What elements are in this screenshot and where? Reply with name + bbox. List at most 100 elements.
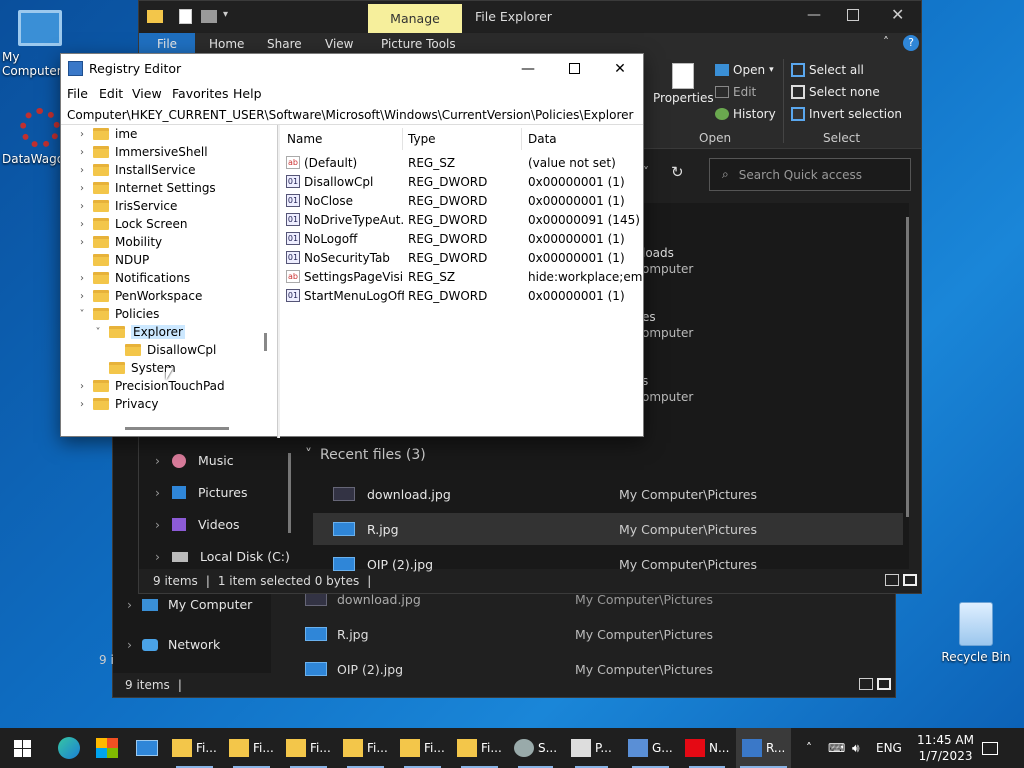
- taskbar-app-button[interactable]: R...: [736, 728, 792, 768]
- menu-file[interactable]: File: [67, 86, 88, 101]
- chevron-right-icon[interactable]: ›: [77, 183, 87, 194]
- tree-node[interactable]: › Mobility: [77, 233, 162, 251]
- history-button[interactable]: History: [715, 107, 776, 121]
- taskbar-app-button[interactable]: Fi...: [343, 728, 388, 768]
- clock[interactable]: 11:45 AM 1/7/2023: [917, 732, 974, 764]
- tree-node[interactable]: › IrisService: [77, 197, 177, 215]
- manage-contextual-tab[interactable]: Manage: [368, 4, 462, 33]
- tree-node[interactable]: › PrecisionTouchPad: [77, 377, 225, 395]
- scrollbar[interactable]: [288, 453, 291, 533]
- recent-files-header[interactable]: ˅ Recent files (3): [305, 447, 426, 463]
- menu-help[interactable]: Help: [233, 86, 262, 101]
- chevron-right-icon[interactable]: ›: [127, 597, 132, 612]
- search-input[interactable]: ⌕ Search Quick access: [709, 158, 911, 191]
- edit-button[interactable]: Edit: [715, 85, 756, 99]
- taskbar-app-button[interactable]: Fi...: [172, 728, 217, 768]
- show-hidden-icons[interactable]: ˄: [806, 728, 812, 768]
- chevron-right-icon[interactable]: ›: [77, 201, 87, 212]
- menu-view[interactable]: View: [132, 86, 162, 101]
- taskbar-app-button[interactable]: Fi...: [229, 728, 274, 768]
- edge-button[interactable]: [58, 728, 80, 768]
- nav-item-videos[interactable]: › Videos: [155, 517, 240, 532]
- chevron-down-icon[interactable]: ▾: [769, 65, 774, 75]
- tree-node[interactable]: › Internet Settings: [77, 179, 216, 197]
- taskbar-app-button[interactable]: P...: [571, 728, 612, 768]
- details-view-icon[interactable]: [885, 574, 899, 586]
- chevron-right-icon[interactable]: ›: [77, 219, 87, 230]
- nav-item-my-computer[interactable]: › My Computer: [127, 597, 252, 612]
- chevron-right-icon[interactable]: ›: [77, 399, 87, 410]
- tree-node[interactable]: NDUP: [77, 251, 149, 269]
- nav-item-music[interactable]: › Music: [155, 453, 234, 468]
- tree-node[interactable]: › Notifications: [77, 269, 190, 287]
- thumbnail-view-icon[interactable]: [903, 574, 917, 586]
- chevron-down-icon[interactable]: ˅: [305, 447, 312, 463]
- minimize-button[interactable]: —: [505, 54, 551, 83]
- registry-value-row[interactable]: 01 DisallowCpl REG_DWORD 0x00000001 (1): [286, 172, 643, 191]
- select-none-button[interactable]: Select none: [791, 85, 880, 99]
- registry-value-row[interactable]: 01 NoSecurityTab REG_DWORD 0x00000001 (1): [286, 248, 643, 267]
- title-bar[interactable]: ▾ Manage File Explorer — ✕: [139, 1, 921, 33]
- tree-node[interactable]: ˅ Explorer: [93, 323, 185, 341]
- list-item[interactable]: R.jpg My Computer\Pictures: [313, 513, 903, 545]
- registry-value-row[interactable]: 01 NoDriveTypeAut... REG_DWORD 0x00000091 (…: [286, 210, 643, 229]
- maximize-button[interactable]: [551, 54, 597, 83]
- registry-value-row[interactable]: ab SettingsPageVisi... REG_SZ hide:workplac…: [286, 267, 643, 286]
- chevron-right-icon[interactable]: ›: [155, 549, 160, 564]
- tab-picture-tools[interactable]: Picture Tools: [381, 33, 456, 55]
- chevron-right-icon[interactable]: ›: [155, 485, 160, 500]
- taskbar-app-button[interactable]: S...: [514, 728, 557, 768]
- chevron-right-icon[interactable]: ›: [77, 273, 87, 284]
- tab-home[interactable]: Home: [209, 33, 244, 55]
- tree-node[interactable]: › ImmersiveShell: [77, 143, 208, 161]
- tab-file[interactable]: File: [139, 33, 195, 55]
- new-folder-icon[interactable]: [201, 10, 217, 23]
- chevron-right-icon[interactable]: ›: [127, 637, 132, 652]
- title-bar[interactable]: Registry Editor — ✕: [61, 54, 643, 83]
- tree-node[interactable]: › Lock Screen: [77, 215, 187, 233]
- tab-share[interactable]: Share: [267, 33, 302, 55]
- chevron-right-icon[interactable]: ›: [155, 453, 160, 468]
- mail-button[interactable]: [136, 728, 158, 768]
- menu-favorites[interactable]: Favorites: [172, 86, 228, 101]
- store-button[interactable]: [96, 728, 118, 768]
- registry-value-row[interactable]: ab (Default) REG_SZ (value not set): [286, 153, 643, 172]
- tree-node[interactable]: › Privacy: [77, 395, 158, 413]
- scrollbar[interactable]: [906, 217, 909, 517]
- volume-icon[interactable]: 🔊︎: [852, 728, 860, 768]
- chevron-right-icon[interactable]: ›: [77, 381, 87, 392]
- tree-node[interactable]: System: [93, 359, 176, 377]
- chevron-down-icon[interactable]: ˅: [93, 327, 103, 338]
- address-path[interactable]: Computer\HKEY_CURRENT_USER\Software\Micr…: [61, 105, 643, 125]
- tree-node[interactable]: › InstallService: [77, 161, 195, 179]
- tree-horizontal-scrollbar[interactable]: [63, 421, 277, 436]
- network-status-icon[interactable]: ⌨: [828, 728, 845, 768]
- tree-node[interactable]: › PenWorkspace: [77, 287, 202, 305]
- help-icon[interactable]: ?: [903, 35, 919, 51]
- list-item[interactable]: R.jpg My Computer\Pictures: [305, 619, 885, 649]
- open-button[interactable]: Open ▾: [715, 63, 774, 77]
- minimize-button[interactable]: —: [807, 7, 821, 23]
- chevron-right-icon[interactable]: ›: [77, 291, 87, 302]
- column-header-data[interactable]: Data: [528, 129, 557, 149]
- folder-icon[interactable]: [147, 10, 163, 23]
- taskbar-app-button[interactable]: Fi...: [286, 728, 331, 768]
- tree-node[interactable]: › ime: [77, 125, 137, 143]
- taskbar-app-button[interactable]: Fi...: [457, 728, 502, 768]
- refresh-icon[interactable]: ↻: [671, 163, 684, 181]
- invert-selection-button[interactable]: Invert selection: [791, 107, 902, 121]
- chevron-right-icon[interactable]: ›: [77, 129, 87, 140]
- chevron-up-icon[interactable]: ˄: [883, 35, 889, 49]
- chevron-down-icon[interactable]: ˅: [77, 309, 87, 320]
- chevron-right-icon[interactable]: ›: [155, 517, 160, 532]
- nav-item-local-disk[interactable]: › Local Disk (C:): [155, 549, 290, 564]
- registry-value-row[interactable]: 01 StartMenuLogOff REG_DWORD 0x00000001 (1): [286, 286, 643, 305]
- tab-view[interactable]: View: [325, 33, 353, 55]
- taskbar-app-button[interactable]: G...: [628, 728, 673, 768]
- close-button[interactable]: ✕: [597, 54, 643, 83]
- chevron-down-icon[interactable]: ▾: [223, 9, 228, 20]
- nav-item-pictures[interactable]: › Pictures: [155, 485, 248, 500]
- tree-scrollbar[interactable]: [264, 333, 267, 351]
- column-header-type[interactable]: Type: [408, 129, 436, 149]
- taskbar-app-button[interactable]: Fi...: [400, 728, 445, 768]
